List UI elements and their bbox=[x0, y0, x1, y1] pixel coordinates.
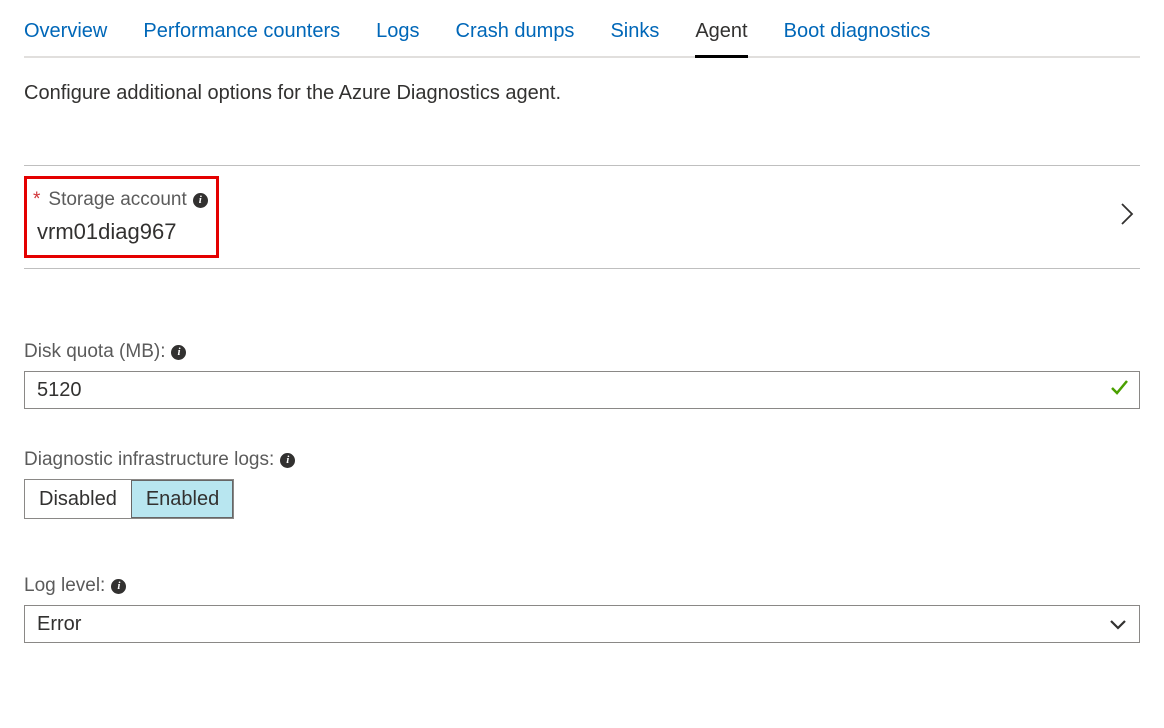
log-level-label-text: Log level: bbox=[24, 575, 105, 597]
info-icon[interactable]: i bbox=[171, 345, 186, 360]
tab-logs[interactable]: Logs bbox=[376, 20, 419, 58]
infra-logs-label-text: Diagnostic infrastructure logs: bbox=[24, 449, 274, 471]
tab-overview[interactable]: Overview bbox=[24, 20, 107, 58]
storage-account-label: Storage account bbox=[48, 189, 186, 211]
infra-logs-label: Diagnostic infrastructure logs: i bbox=[24, 449, 1140, 471]
disk-quota-input-wrap bbox=[24, 371, 1140, 409]
required-star-icon: * bbox=[33, 189, 40, 211]
tab-boot-diagnostics[interactable]: Boot diagnostics bbox=[784, 20, 931, 58]
storage-account-row[interactable]: * Storage account i vrm01diag967 bbox=[24, 166, 1140, 268]
chevron-right-icon[interactable] bbox=[1120, 202, 1140, 232]
log-level-select[interactable]: Error bbox=[24, 605, 1140, 643]
infra-logs-enabled-button[interactable]: Enabled bbox=[131, 480, 233, 518]
disk-quota-label-text: Disk quota (MB): bbox=[24, 341, 165, 363]
page-description: Configure additional options for the Azu… bbox=[24, 82, 1140, 105]
info-icon[interactable]: i bbox=[111, 579, 126, 594]
infra-logs-section: Diagnostic infrastructure logs: i Disabl… bbox=[24, 449, 1140, 519]
log-level-value: Error bbox=[25, 613, 1109, 636]
disk-quota-section: Disk quota (MB): i bbox=[24, 341, 1140, 409]
divider bbox=[24, 268, 1140, 269]
tab-agent[interactable]: Agent bbox=[695, 20, 747, 58]
log-level-section: Log level: i Error bbox=[24, 575, 1140, 643]
storage-account-label-line: * Storage account i bbox=[33, 189, 208, 211]
infra-logs-disabled-button[interactable]: Disabled bbox=[25, 480, 131, 518]
storage-account-value: vrm01diag967 bbox=[33, 217, 208, 247]
tab-crash-dumps[interactable]: Crash dumps bbox=[456, 20, 575, 58]
check-icon bbox=[1109, 377, 1129, 403]
storage-account-highlight: * Storage account i vrm01diag967 bbox=[24, 176, 219, 258]
info-icon[interactable]: i bbox=[280, 453, 295, 468]
tab-sinks[interactable]: Sinks bbox=[610, 20, 659, 58]
disk-quota-input[interactable] bbox=[35, 378, 1109, 403]
tab-bar: Overview Performance counters Logs Crash… bbox=[24, 20, 1140, 58]
tab-performance-counters[interactable]: Performance counters bbox=[143, 20, 340, 58]
infra-logs-toggle: Disabled Enabled bbox=[24, 479, 234, 519]
info-icon[interactable]: i bbox=[193, 193, 208, 208]
chevron-down-icon bbox=[1109, 614, 1139, 635]
disk-quota-label: Disk quota (MB): i bbox=[24, 341, 1140, 363]
log-level-label: Log level: i bbox=[24, 575, 1140, 597]
